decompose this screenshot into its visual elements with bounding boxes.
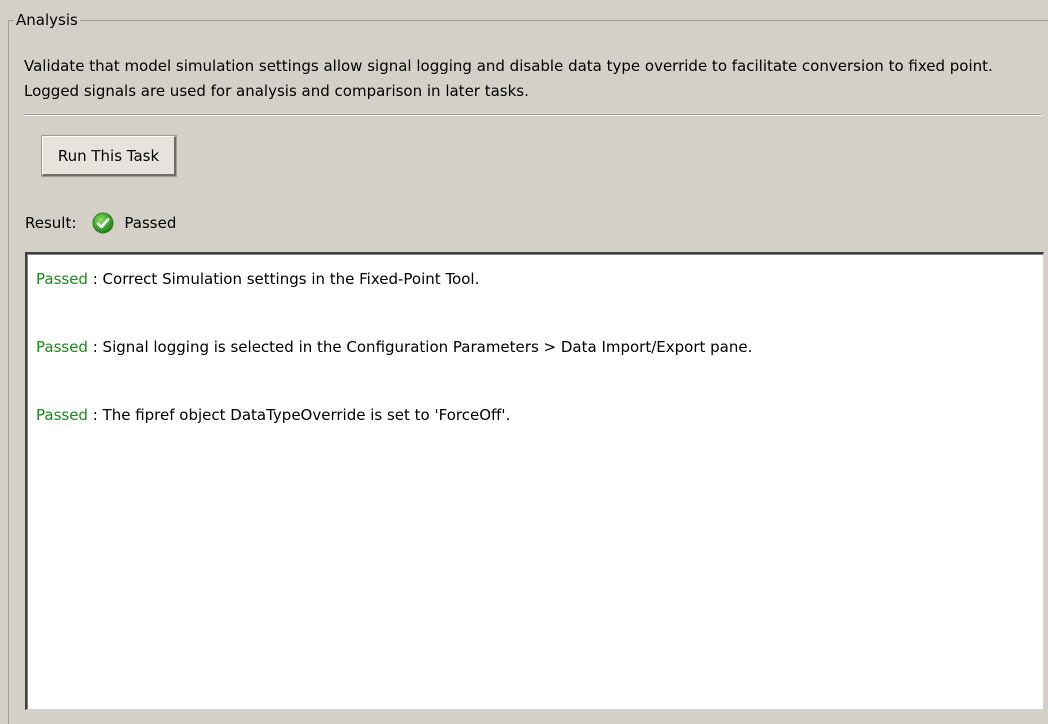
- result-line-separator: :: [87, 338, 103, 356]
- analysis-title: Analysis: [14, 10, 80, 30]
- result-status: Passed: [124, 214, 177, 232]
- result-line-message: The fipref object DataTypeOverride is se…: [102, 406, 511, 424]
- result-line: Passed : Signal logging is selected in t…: [36, 334, 1034, 360]
- result-line-separator: :: [87, 406, 103, 424]
- results-output-area[interactable]: Passed : Correct Simulation settings in …: [25, 252, 1044, 710]
- divider: [24, 114, 1042, 116]
- result-line-message: Signal logging is selected in the Config…: [102, 338, 753, 356]
- result-row: Result: Passed: [25, 210, 176, 236]
- result-line-message: Correct Simulation settings in the Fixed…: [102, 270, 480, 288]
- result-line-status: Passed: [36, 338, 88, 356]
- result-line: Passed : Correct Simulation settings in …: [36, 266, 1034, 292]
- result-line-status: Passed: [36, 406, 88, 424]
- result-label: Result:: [25, 214, 77, 232]
- result-line-status: Passed: [36, 270, 88, 288]
- run-this-task-button[interactable]: Run This Task: [42, 136, 176, 176]
- result-line-separator: :: [87, 270, 103, 288]
- result-line: Passed : The fipref object DataTypeOverr…: [36, 402, 1034, 428]
- task-description: Validate that model simulation settings …: [24, 57, 993, 100]
- check-circle-icon: [92, 212, 114, 234]
